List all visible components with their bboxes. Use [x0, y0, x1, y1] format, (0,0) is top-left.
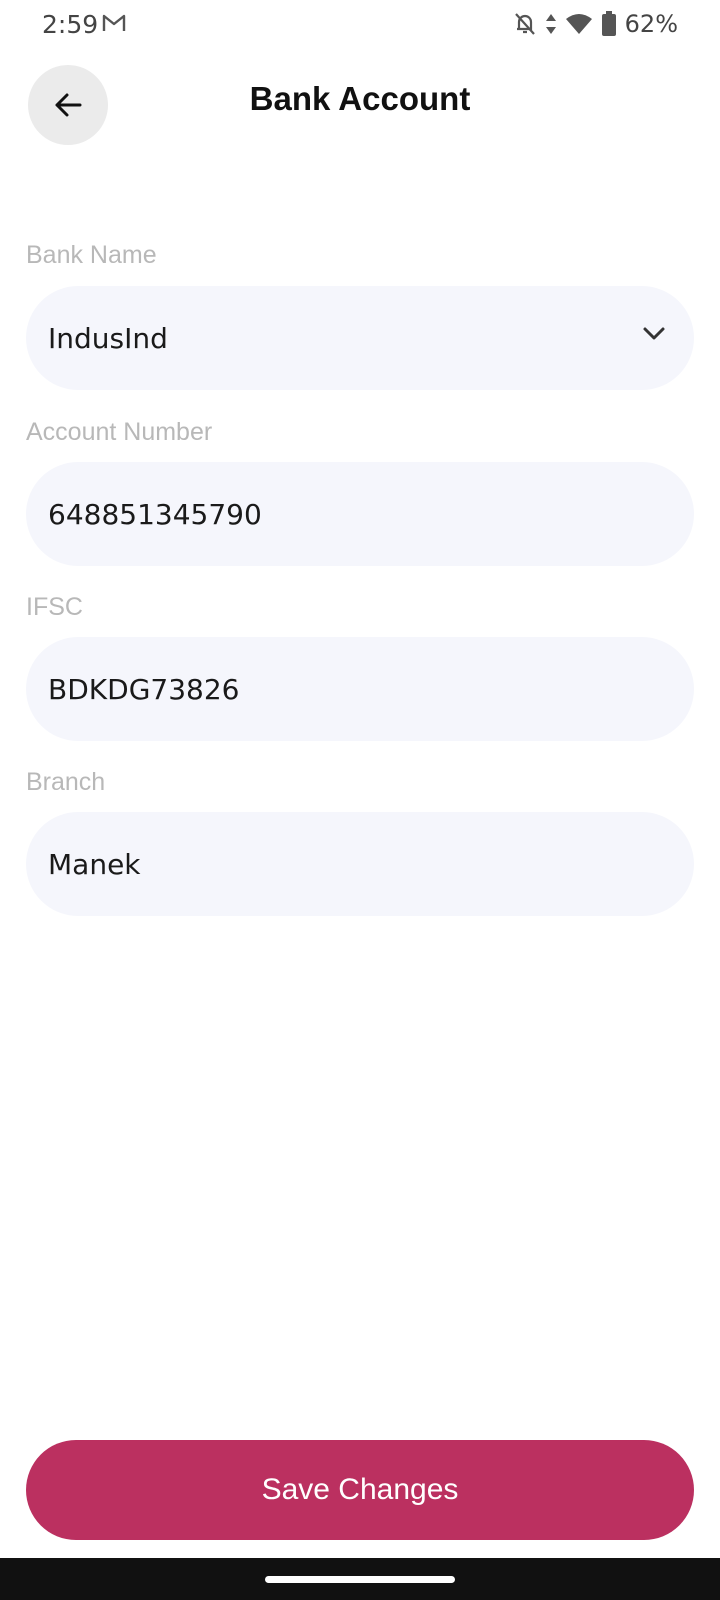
gmail-icon	[102, 14, 126, 31]
page-title: Bank Account	[249, 80, 471, 117]
navigation-bar	[0, 1558, 720, 1600]
wifi-icon	[565, 14, 592, 34]
status-time: 2:59	[42, 10, 99, 39]
branch-field[interactable]	[48, 847, 648, 881]
branch-field-container	[26, 812, 694, 916]
save-changes-button[interactable]: Save Changes	[26, 1440, 694, 1540]
battery-icon	[601, 11, 616, 36]
ifsc-field[interactable]	[48, 672, 648, 706]
status-bar: 2:59 62%	[0, 0, 720, 48]
home-gesture-handle[interactable]	[265, 1576, 455, 1583]
battery-percent: 62%	[624, 10, 678, 38]
account-number-field-container	[26, 462, 694, 566]
branch-label: Branch	[26, 768, 106, 796]
chevron-down-icon	[643, 327, 665, 340]
ifsc-field-container	[26, 637, 694, 741]
status-icons: 62%	[513, 10, 678, 38]
data-arrows-icon	[545, 14, 556, 34]
account-number-field[interactable]	[48, 497, 648, 531]
notifications-off-icon	[514, 13, 535, 35]
bank-name-value: IndusInd	[48, 321, 168, 355]
bank-name-select[interactable]: IndusInd	[26, 286, 694, 390]
bank-name-label: Bank Name	[26, 241, 157, 269]
account-number-label: Account Number	[26, 418, 213, 446]
ifsc-label: IFSC	[26, 593, 83, 621]
